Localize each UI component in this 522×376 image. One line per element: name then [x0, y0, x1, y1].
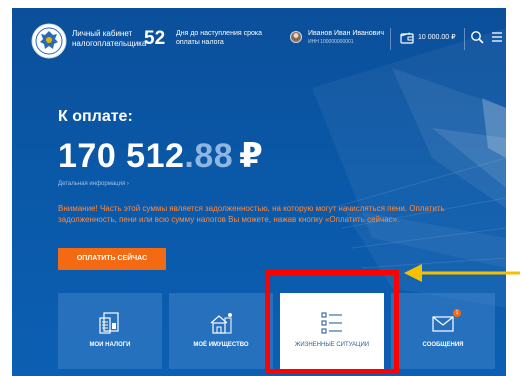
highlight-box — [265, 270, 399, 374]
amount-due-label: К оплате: — [58, 108, 133, 125]
debt-warning: Внимание! Часть этой суммы является задо… — [58, 204, 445, 224]
details-link[interactable]: Детальная информация › — [58, 180, 129, 188]
screenshot-frame: Личный кабинет налогоплательщика 52 Дня … — [0, 0, 522, 376]
user-inn: ИНН 100000000001 — [308, 39, 354, 45]
tile-label: СООБЩЕНИЯ — [422, 342, 464, 348]
account-balance[interactable]: 10 000.00 ₽ — [418, 33, 456, 42]
tile-label: МОИ НАЛОГИ — [89, 342, 131, 348]
search-icon[interactable] — [470, 30, 484, 44]
currency-sign: ₽ — [239, 137, 264, 175]
annotation-arrow-icon — [404, 264, 520, 282]
days-until-payment-text: Дня до наступления срока оплаты налога — [176, 30, 262, 46]
amount-due: 170 512.88 ₽ — [58, 136, 263, 176]
tile-messages[interactable]: 1 СООБЩЕНИЯ — [391, 293, 495, 369]
taxpayer-cabinet-app: Личный кабинет налогоплательщика 52 Дня … — [12, 8, 506, 376]
tax-documents-icon — [99, 312, 119, 334]
menu-icon[interactable] — [490, 30, 504, 44]
header-divider — [390, 28, 391, 50]
days-counter: 52 — [144, 28, 166, 49]
top-header: Личный кабинет налогоплательщика 52 Дня … — [12, 8, 506, 64]
property-icon — [210, 313, 232, 334]
tile-label: МОЁ ИМУЩЕСТВО — [193, 342, 249, 348]
unread-badge: 1 — [453, 309, 461, 317]
emblem-icon — [31, 23, 67, 59]
wallet-icon[interactable] — [400, 32, 414, 44]
pay-now-button[interactable]: ОПЛАТИТЬ СЕЙЧАС — [58, 248, 166, 270]
header-divider — [464, 28, 465, 50]
amount-main: 170 512 — [58, 137, 185, 175]
tile-my-taxes[interactable]: МОИ НАЛОГИ — [58, 293, 162, 369]
tile-my-property[interactable]: МОЁ ИМУЩЕСТВО — [169, 293, 273, 369]
avatar[interactable] — [290, 31, 302, 43]
user-name[interactable]: Иванов Иван Иванович — [308, 29, 384, 38]
amount-cents: .88 — [184, 137, 234, 175]
